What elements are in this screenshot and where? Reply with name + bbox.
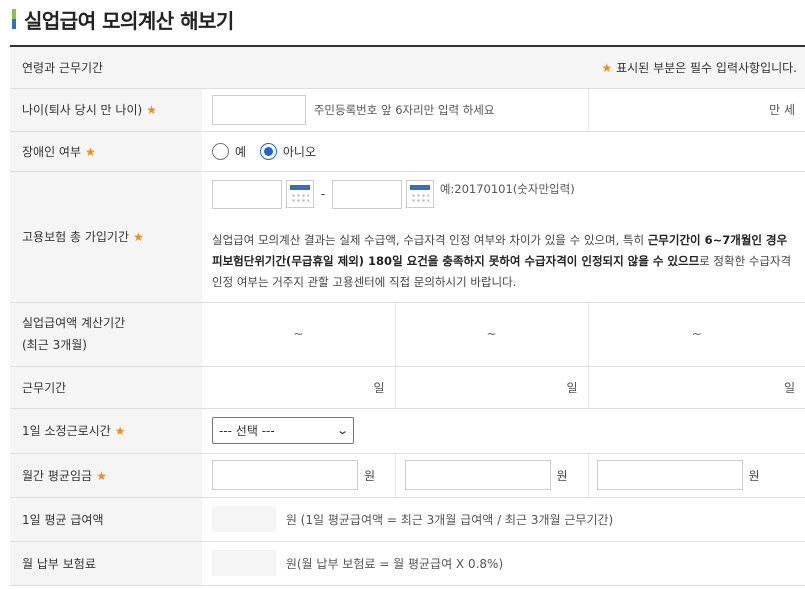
section-label: 연령과 근무기간: [10, 46, 202, 89]
daily-benefit-output: [212, 506, 276, 532]
insurance-label: 고용보험 총 가입기간 ★: [10, 171, 202, 303]
wage-unit: 원: [748, 468, 760, 483]
monthly-premium-row: 월 납부 보험료 원(월 납부 보험료 = 월 평균급여 X 0.8%): [10, 541, 805, 586]
disabled-row: 장애인 여부 ★ 예 아니오: [10, 131, 805, 172]
monthly-wage-row: 월간 평균임금 ★ 원 원 원: [10, 453, 805, 498]
required-star-icon: ★: [85, 144, 96, 159]
insurance-dates: - 예:20170101(숫자만입력): [212, 179, 801, 210]
required-note-text: 표시된 부분은 필수 입력사항입니다.: [616, 60, 797, 75]
page-title-bar: 실업급여 모의계산 해보기: [12, 4, 234, 34]
wage-cell-1: 원: [202, 453, 395, 498]
age-label: 나이(퇴사 당시 만 나이) ★: [10, 88, 202, 132]
monthly-wage-input-3[interactable]: [596, 460, 743, 490]
daily-benefit-cell: 원 (1일 평균급여액 = 최근 3개월 급여액 / 최근 3개월 근무기간): [202, 497, 805, 542]
note-text: 실업급여 모의계산 결과는 실제 수급액, 수급자격 인정 여부와 차이가 있을…: [212, 232, 648, 247]
insurance-cell: - 예:20170101(숫자만입력) 실업급여 모의계산 결과는 실제 수급액…: [202, 171, 805, 303]
insurance-start-input[interactable]: [212, 179, 282, 209]
required-star-icon: ★: [601, 60, 613, 75]
daily-hours-label-text: 1일 소정근로시간: [22, 424, 111, 438]
disabled-label: 장애인 여부 ★: [10, 131, 202, 172]
calc-period-1: ~: [202, 302, 395, 367]
calendar-icon[interactable]: [406, 180, 434, 208]
age-unit: 만 세: [588, 88, 805, 132]
daily-hours-row: 1일 소정근로시간 ★ --- 선택 --- ⌄: [10, 408, 805, 454]
calc-period-2: ~: [394, 302, 588, 367]
insurance-note: 실업급여 모의계산 결과는 실제 수급액, 수급자격 인정 여부와 차이가 있을…: [212, 230, 801, 293]
required-star-icon: ★: [133, 230, 144, 244]
monthly-wage-label: 월간 평균임금 ★: [10, 453, 202, 498]
age-input[interactable]: [212, 94, 306, 125]
page-title: 실업급여 모의계산 해보기: [24, 8, 234, 33]
monthly-wage-label-text: 월간 평균임금: [22, 468, 93, 483]
title-accent-mark: [12, 9, 16, 29]
calc-period-label-line2: (최근 3개월): [22, 338, 87, 352]
work-period-label: 근무기간: [10, 366, 202, 409]
required-star-icon: ★: [114, 424, 126, 438]
age-row: 나이(퇴사 당시 만 나이) ★ 주민등록번호 앞 6자리만 입력 하세요 만 세: [10, 88, 805, 132]
daily-benefit-label: 1일 평균 급여액: [10, 497, 202, 542]
calc-period-row: 실업급여액 계산기간 (최근 3개월) ~ ~ ~: [10, 302, 805, 367]
daily-hours-selected: --- 선택 ---: [219, 424, 275, 438]
disabled-no-radio[interactable]: [259, 142, 277, 160]
monthly-wage-input-1[interactable]: [212, 460, 358, 490]
monthly-premium-output: [212, 550, 276, 576]
age-hint: 주민등록번호 앞 6자리만 입력 하세요: [313, 102, 495, 117]
monthly-premium-formula: 원(월 납부 보험료 = 월 평균급여 X 0.8%): [285, 556, 504, 571]
disabled-label-text: 장애인 여부: [22, 144, 82, 159]
disabled-yes-label: 예: [235, 144, 247, 159]
form-header-row: 연령과 근무기간 ★ 표시된 부분은 필수 입력사항입니다.: [10, 46, 805, 89]
work-days-2: 일: [394, 366, 588, 409]
monthly-wage-input-2[interactable]: [404, 460, 551, 490]
calendar-icon[interactable]: [286, 180, 314, 208]
required-star-icon: ★: [96, 468, 107, 483]
wage-cell-3: 원: [587, 453, 805, 498]
work-days-1: 일: [202, 366, 395, 409]
monthly-premium-cell: 원(월 납부 보험료 = 월 평균급여 X 0.8%): [202, 541, 805, 586]
daily-benefit-row: 1일 평균 급여액 원 (1일 평균급여액 = 최근 3개월 급여액 / 최근 …: [10, 497, 805, 542]
calc-period-3: ~: [587, 302, 805, 367]
calculator-form: 연령과 근무기간 ★ 표시된 부분은 필수 입력사항입니다. 나이(퇴사 당시 만…: [10, 45, 805, 586]
insurance-row: 고용보험 총 가입기간 ★ - 예:20170101(숫자만입력) 실업급여 모의…: [10, 171, 805, 303]
monthly-premium-label: 월 납부 보험료: [10, 541, 202, 586]
age-input-cell: 주민등록번호 앞 6자리만 입력 하세요: [202, 88, 589, 132]
wage-cell-2: 원: [394, 453, 588, 498]
age-label-text: 나이(퇴사 당시 만 나이): [22, 103, 143, 117]
insurance-label-text: 고용보험 총 가입기간: [22, 230, 129, 244]
work-period-row: 근무기간 일 일 일: [10, 366, 805, 409]
calc-period-label: 실업급여액 계산기간 (최근 3개월): [10, 302, 202, 367]
daily-hours-cell: --- 선택 --- ⌄: [202, 408, 805, 454]
disabled-options: 예 아니오: [202, 131, 805, 172]
calc-period-label-line1: 실업급여액 계산기간: [22, 316, 126, 330]
date-separator: -: [320, 187, 326, 201]
chevron-down-icon: ⌄: [335, 424, 349, 437]
daily-hours-label: 1일 소정근로시간 ★: [10, 408, 202, 454]
disabled-yes-radio[interactable]: [212, 142, 229, 160]
required-note: ★ 표시된 부분은 필수 입력사항입니다.: [202, 46, 805, 89]
required-star-icon: ★: [146, 103, 157, 117]
date-example: 예:20170101(숫자만입력): [439, 181, 575, 196]
work-days-3: 일: [587, 366, 805, 409]
wage-unit: 원: [364, 468, 376, 483]
disabled-no-label: 아니오: [282, 144, 316, 159]
wage-unit: 원: [556, 468, 568, 483]
insurance-end-input[interactable]: [332, 179, 402, 209]
daily-hours-select[interactable]: --- 선택 --- ⌄: [212, 417, 354, 444]
daily-benefit-formula: 원 (1일 평균급여액 = 최근 3개월 급여액 / 최근 3개월 근무기간): [285, 512, 614, 527]
